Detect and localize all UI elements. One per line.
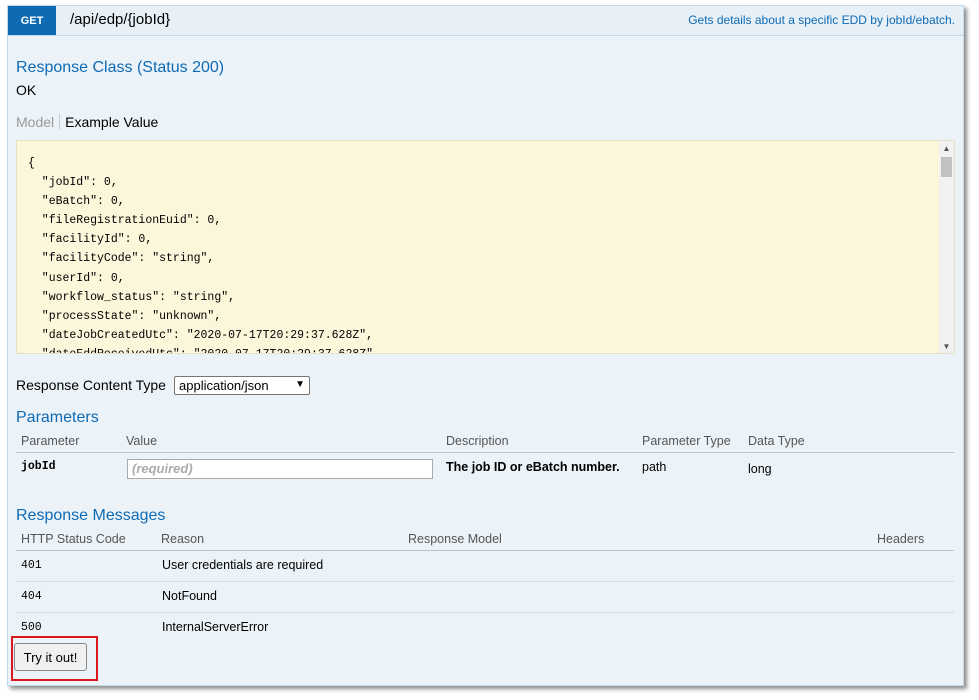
response-code: 500: [21, 621, 42, 634]
parameters-title: Parameters: [16, 409, 99, 426]
response-reason: InternalServerError: [162, 620, 269, 634]
response-content-type-label: Response Content Type: [16, 377, 166, 393]
endpoint-summary[interactable]: Gets details about a specific EDD by job…: [688, 13, 955, 27]
parameters-table-header: Parameter Value Description Parameter Ty…: [16, 431, 954, 451]
response-messages-header: HTTP Status Code Reason Response Model H…: [16, 529, 954, 549]
param-col-parameter-type: Parameter Type: [642, 434, 731, 448]
param-col-description: Description: [446, 434, 509, 448]
response-content-type-select[interactable]: application/json ▼: [174, 376, 310, 395]
rm-col-response-model: Response Model: [408, 532, 502, 546]
response-messages-title: Response Messages: [16, 507, 166, 524]
param-header-divider: [16, 452, 954, 453]
response-status-text: OK: [16, 82, 37, 98]
param-col-value: Value: [126, 434, 158, 448]
http-method-badge[interactable]: GET: [8, 6, 56, 35]
tab-example-value[interactable]: Example Value: [60, 114, 158, 130]
select-value: application/json: [179, 378, 269, 393]
row-divider: [16, 612, 954, 613]
tab-model[interactable]: Model: [16, 114, 61, 130]
operation-heading[interactable]: GET /api/edp/{jobId} Gets details about …: [8, 6, 963, 36]
param-col-parameter: Parameter: [21, 434, 80, 448]
scroll-down-icon[interactable]: ▼: [939, 339, 954, 353]
rm-header-divider: [16, 550, 954, 551]
rm-col-reason: Reason: [161, 532, 205, 546]
response-class-title: Response Class (Status 200): [16, 59, 225, 76]
jobid-field[interactable]: [127, 459, 433, 479]
jobid-input[interactable]: [128, 460, 432, 476]
chevron-down-icon: ▼: [295, 379, 305, 390]
param-description: The job ID or eBatch number.: [446, 460, 620, 474]
vertical-scrollbar[interactable]: ▲ ▼: [939, 141, 954, 353]
response-reason: NotFound: [162, 589, 217, 603]
scroll-up-icon[interactable]: ▲: [939, 141, 954, 155]
param-data-type[interactable]: long: [748, 462, 772, 476]
response-code: 401: [21, 559, 42, 572]
rm-col-headers: Headers: [877, 532, 925, 546]
response-code: 404: [21, 590, 42, 603]
row-divider: [16, 581, 954, 582]
scroll-thumb[interactable]: [941, 157, 952, 177]
param-col-data-type: Data Type: [748, 434, 805, 448]
operation-panel: GET /api/edp/{jobId} Gets details about …: [7, 5, 964, 686]
param-type: path: [642, 460, 667, 474]
example-json: { "jobId": 0, "eBatch": 0, "fileRegistra…: [28, 157, 380, 353]
example-value-box[interactable]: { "jobId": 0, "eBatch": 0, "fileRegistra…: [16, 140, 955, 354]
endpoint-path[interactable]: /api/edp/{jobId}: [70, 11, 170, 28]
model-tabs: Model Example Value: [16, 114, 158, 130]
param-name: jobId: [21, 460, 56, 473]
try-it-out-button[interactable]: Try it out!: [14, 643, 87, 671]
response-reason: User credentials are required: [162, 558, 324, 572]
rm-col-status-code: HTTP Status Code: [21, 532, 126, 546]
